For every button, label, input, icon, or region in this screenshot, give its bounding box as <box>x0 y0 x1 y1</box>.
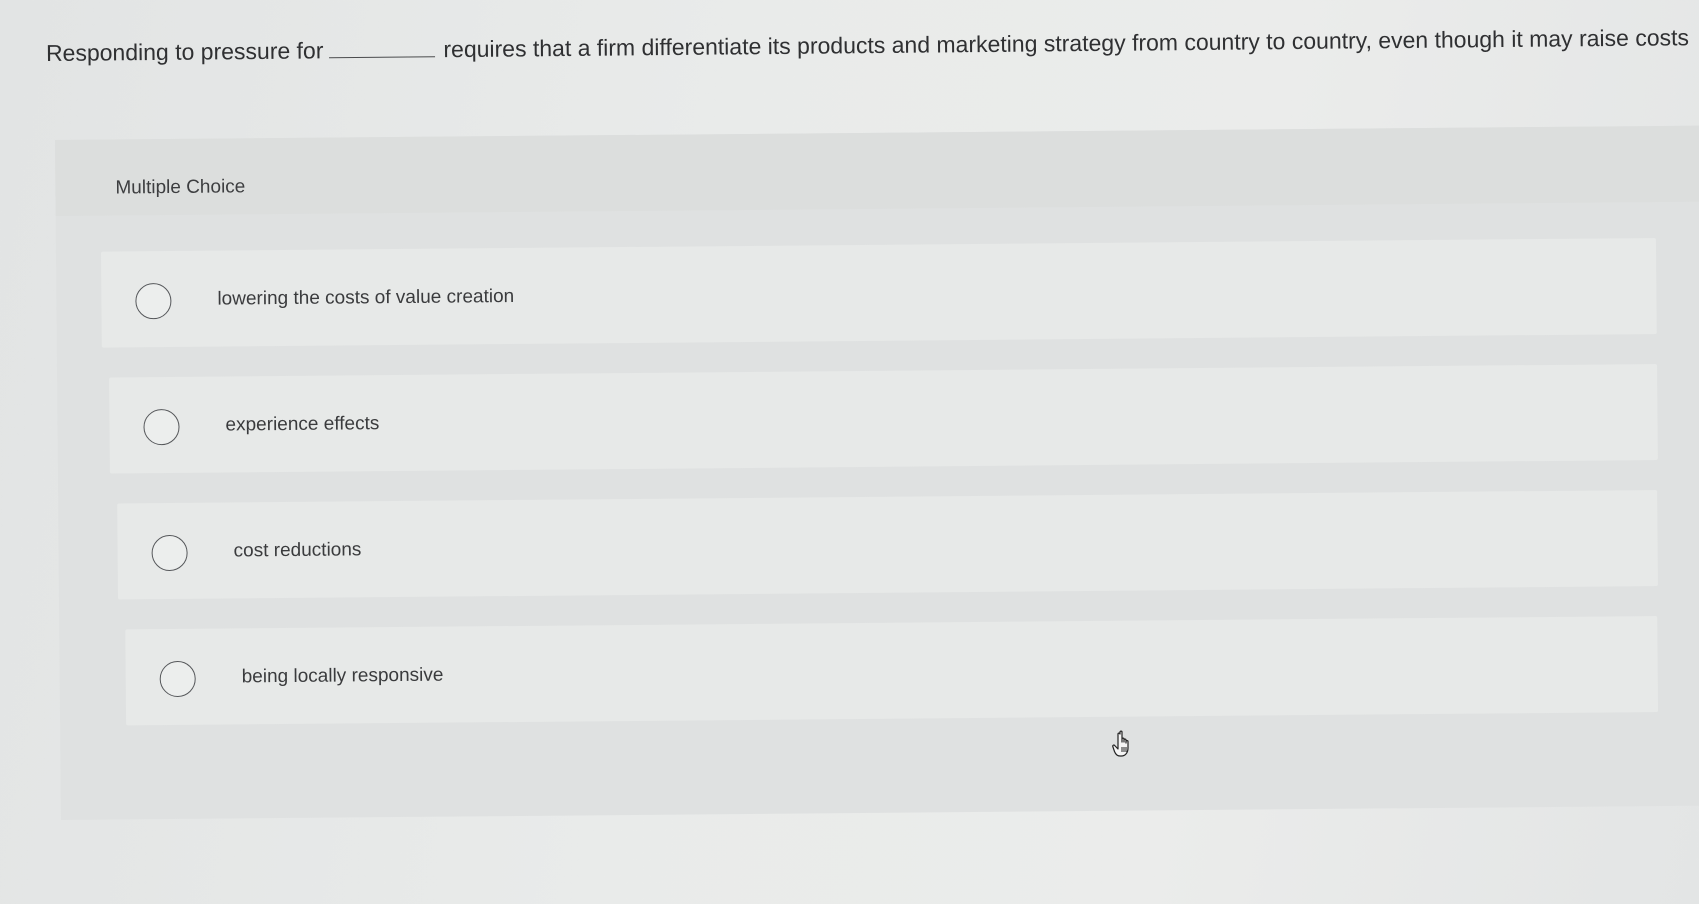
multiple-choice-header: Multiple Choice <box>55 125 1699 216</box>
question-prefix: Responding to pressure for <box>45 37 324 66</box>
answer-blank <box>329 55 436 59</box>
radio-button[interactable] <box>159 660 196 698</box>
radio-button[interactable] <box>151 534 188 572</box>
answer-option-label: being locally responsive <box>241 664 444 688</box>
hand-pointer-icon <box>1112 730 1129 757</box>
answer-option-4[interactable]: being locally responsive <box>125 616 1659 726</box>
answer-option-1[interactable]: lowering the costs of value creation <box>100 238 1657 348</box>
question-text: Responding to pressure for requires that … <box>46 24 1699 67</box>
answer-option-2[interactable]: experience effects <box>109 364 1658 474</box>
multiple-choice-label: Multiple Choice <box>115 176 246 199</box>
radio-button[interactable] <box>135 282 172 320</box>
answer-option-label: experience effects <box>225 413 380 436</box>
answer-option-label: lowering the costs of value creation <box>217 285 515 310</box>
question-suffix: requires that a firm differentiate its p… <box>443 24 1690 63</box>
multiple-choice-panel: Multiple Choice lowering the costs of va… <box>55 125 1699 820</box>
radio-button[interactable] <box>143 408 180 446</box>
answer-option-label: cost reductions <box>233 539 362 562</box>
answer-option-3[interactable]: cost reductions <box>117 490 1658 600</box>
